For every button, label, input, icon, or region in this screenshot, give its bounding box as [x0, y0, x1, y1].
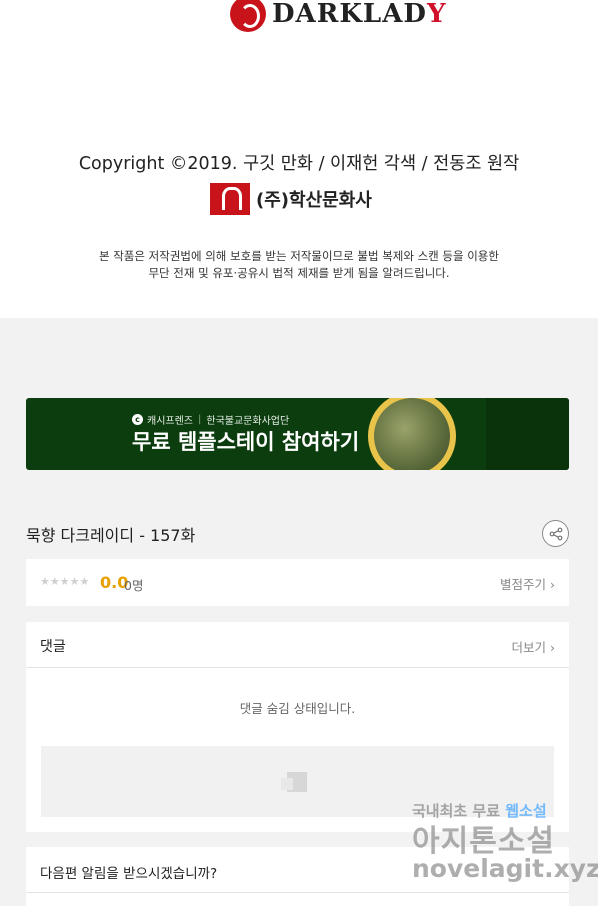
cashfriends-icon: c: [132, 414, 143, 425]
image-placeholder-icon: [281, 772, 307, 792]
banner-sponsor: 캐시프렌즈: [147, 416, 193, 427]
watermark-url: novelagit.xyz: [412, 854, 598, 883]
episode-title: 묵향 다크레이디 - 157화: [26, 526, 196, 545]
temple-image: [368, 398, 456, 470]
banner-edge: [486, 398, 569, 470]
comments-title: 댓글: [40, 639, 66, 655]
site-watermark: 국내최초 무료 웹소설 아지톤소설 novelagit.xyz: [412, 800, 598, 890]
publisher-emblem-icon: [210, 183, 250, 215]
rating-count: 0명: [124, 578, 144, 593]
banner-separator: |: [198, 414, 202, 425]
notify-question: 다음편 알림을 받으시겠습니까?: [40, 866, 218, 882]
banner-title: 무료 템플스테이 참여하기: [132, 430, 360, 454]
templestay-ad-banner[interactable]: c 캐시프렌즈 | 한국불교문화사업단 무료 템플스테이 참여하기: [26, 398, 569, 470]
share-icon: [549, 527, 562, 540]
comments-header: 댓글 더보기 ›: [26, 622, 569, 668]
copyright-notice: 본 작품은 저작권법에 의해 보호를 받는 저작물이므로 불법 복제와 스캔 등…: [0, 248, 598, 282]
share-button[interactable]: [542, 520, 569, 547]
divider: [26, 892, 569, 893]
publisher-name: (주)학산문화사: [256, 190, 372, 211]
notice-line-2: 무단 전재 및 유포·공유시 법적 제재를 받게 됨을 알려드립니다.: [148, 266, 450, 280]
rating-stars: ★★★★★: [40, 575, 90, 588]
darklady-logo: DARKLADY: [230, 0, 447, 36]
rate-button[interactable]: 별점주기 ›: [500, 574, 555, 593]
rating-card: ★★★★★ 0.0 0명 별점주기 ›: [26, 559, 569, 606]
copyright-text: Copyright ©2019. 구깃 만화 / 이재헌 각색 / 전동조 원작: [78, 154, 520, 174]
banner-partner: 한국불교문화사업단: [206, 416, 290, 427]
logo-emblem-icon: [230, 0, 266, 32]
comments-hidden-message: 댓글 숨김 상태입니다.: [239, 701, 356, 716]
publisher-logo: (주)학산문화사: [210, 183, 372, 215]
comic-footer: DARKLADY Copyright ©2019. 구깃 만화 / 이재헌 각색…: [0, 0, 598, 318]
logo-text: DARKLADY: [272, 0, 447, 29]
banner-sponsor-line: c 캐시프렌즈 | 한국불교문화사업단: [132, 412, 289, 427]
comments-more-link[interactable]: 더보기 ›: [512, 637, 555, 656]
notice-line-1: 본 작품은 저작권법에 의해 보호를 받는 저작물이므로 불법 복제와 스캔 등…: [99, 249, 499, 263]
